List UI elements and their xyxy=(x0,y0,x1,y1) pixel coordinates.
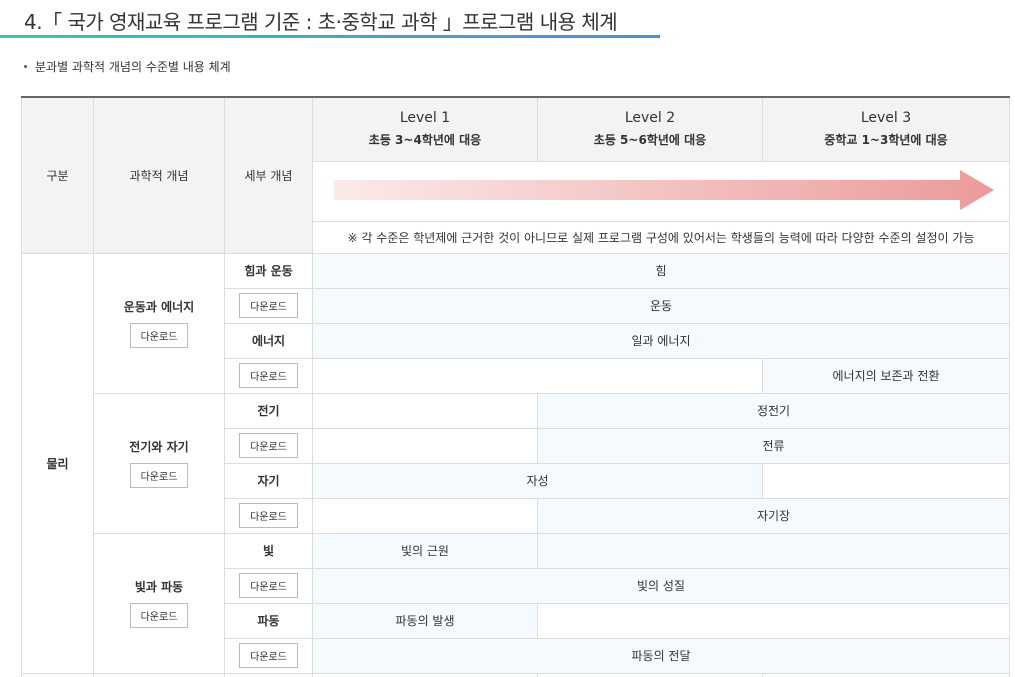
empty-cell xyxy=(312,497,538,534)
download-button[interactable]: 다운로드 xyxy=(129,463,189,488)
detail-download-cell: 다운로드 xyxy=(224,497,313,534)
download-button[interactable]: 다운로드 xyxy=(239,503,298,528)
empty-cell xyxy=(312,672,538,677)
detail-download-cell: 다운로드 xyxy=(224,637,313,674)
category-physics: 물리 xyxy=(21,252,94,674)
section-subtitle: 분과별 과학적 개념의 수준별 내용 체계 xyxy=(24,58,231,75)
detail-force-motion: 힘과 운동 xyxy=(224,252,313,289)
content-cell: 빛의 성질 xyxy=(312,567,1010,604)
level-note: ※ 각 수준은 학년제에 근거한 것이 아니므로 실제 프로그램 구성에 있어서… xyxy=(312,220,1010,254)
concept-label: 운동과 에너지 xyxy=(123,300,195,314)
concept-label: 전기와 자기 xyxy=(129,440,189,454)
detail-download-cell: 다운로드 xyxy=(224,427,313,464)
level-3-desc: 중학교 1~3학년에 대응 xyxy=(824,133,948,148)
empty-cell xyxy=(224,672,313,677)
content-cell: 운동 xyxy=(312,287,1010,324)
download-button[interactable]: 다운로드 xyxy=(239,573,298,598)
detail-download-cell: 다운로드 xyxy=(224,287,313,324)
concept-label: 빛과 파동 xyxy=(134,580,184,594)
level-1-desc: 초등 3~4학년에 대응 xyxy=(368,133,482,148)
level-progress-arrow-icon xyxy=(333,169,994,210)
level-1-header: Level 1 초등 3~4학년에 대응 xyxy=(312,96,538,162)
download-button[interactable]: 다운로드 xyxy=(129,323,189,348)
page-title: 4.「 국가 영재교육 프로그램 기준 : 초·중학교 과학 」프로그램 내용 … xyxy=(24,10,618,34)
download-button[interactable]: 다운로드 xyxy=(239,433,298,458)
concept-motion-energy: 운동과 에너지 다운로드 xyxy=(93,252,225,394)
content-cell: 에너지의 보존과 전환 xyxy=(762,357,1010,394)
content-cell: 파동의 전달 xyxy=(312,637,1010,674)
title-underline xyxy=(0,35,660,38)
empty-cell xyxy=(312,392,538,429)
level-arrow-cell xyxy=(312,160,1010,222)
level-2-name: Level 2 xyxy=(624,110,676,127)
download-button[interactable]: 다운로드 xyxy=(239,643,298,668)
empty-cell xyxy=(93,672,225,677)
level-3-header: Level 3 중학교 1~3학년에 대응 xyxy=(762,96,1010,162)
download-button[interactable]: 다운로드 xyxy=(129,603,189,628)
content-cell: 파동의 발생 xyxy=(312,602,538,639)
detail-electricity: 전기 xyxy=(224,392,313,429)
content-cell: 자기장 xyxy=(537,497,1010,534)
empty-cell xyxy=(537,602,1010,639)
header-concept: 과학적 개념 xyxy=(93,96,225,254)
concept-electricity-magnetism: 전기와 자기 다운로드 xyxy=(93,392,225,534)
level-2-desc: 초등 5~6학년에 대응 xyxy=(593,133,707,148)
level-3-name: Level 3 xyxy=(860,110,912,127)
empty-cell xyxy=(312,427,538,464)
filled-blank-cell xyxy=(537,532,1010,569)
download-button[interactable]: 다운로드 xyxy=(239,363,298,388)
content-cell: 전류 xyxy=(537,427,1010,464)
content-cell: 힘 xyxy=(312,252,1010,289)
empty-cell xyxy=(21,672,94,677)
detail-download-cell: 다운로드 xyxy=(224,357,313,394)
header-detail: 세부 개념 xyxy=(224,96,313,254)
content-cell: 일과 에너지 xyxy=(312,322,1010,359)
bullet-icon xyxy=(24,65,27,68)
header-category: 구분 xyxy=(21,96,94,254)
content-cell: 빛의 근원 xyxy=(312,532,538,569)
subtitle-text: 분과별 과학적 개념의 수준별 내용 체계 xyxy=(35,60,231,74)
detail-magnetism: 자기 xyxy=(224,462,313,499)
empty-cell xyxy=(762,462,1010,499)
empty-cell xyxy=(537,672,763,677)
detail-download-cell: 다운로드 xyxy=(224,567,313,604)
detail-energy: 에너지 xyxy=(224,322,313,359)
download-button[interactable]: 다운로드 xyxy=(239,293,298,318)
detail-wave: 파동 xyxy=(224,602,313,639)
level-2-header: Level 2 초등 5~6학년에 대응 xyxy=(537,96,763,162)
concept-light-wave: 빛과 파동 다운로드 xyxy=(93,532,225,674)
content-table: 구분 과학적 개념 세부 개념 Level 1 초등 3~4학년에 대응 Lev… xyxy=(21,96,1010,677)
content-cell: 정전기 xyxy=(537,392,1010,429)
empty-cell xyxy=(312,357,763,394)
empty-cell xyxy=(762,672,1010,677)
content-cell: 자성 xyxy=(312,462,763,499)
level-1-name: Level 1 xyxy=(399,110,451,127)
detail-light: 빛 xyxy=(224,532,313,569)
